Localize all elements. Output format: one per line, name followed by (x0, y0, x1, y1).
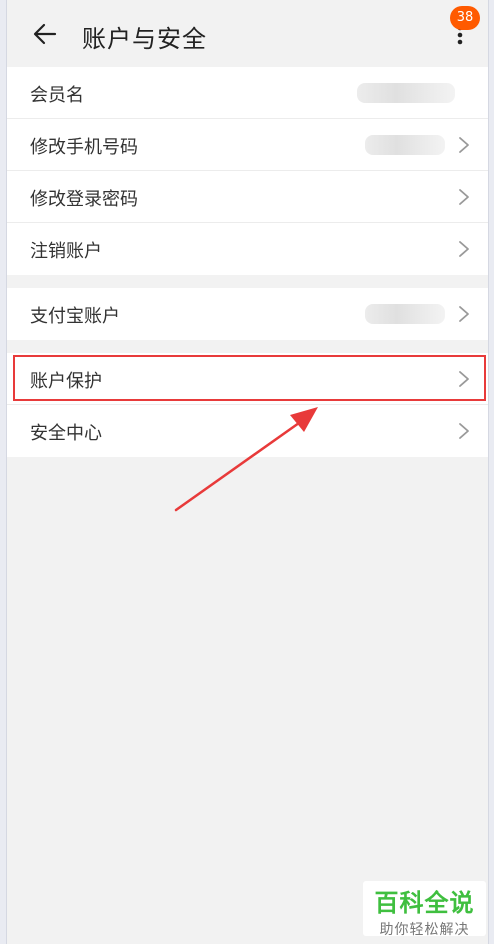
row-label: 支付宝账户 (30, 306, 120, 327)
row-label: 修改登录密码 (30, 189, 138, 210)
notification-badge: 38 (450, 6, 480, 30)
row-label: 安全中心 (30, 423, 102, 444)
app-header: 账户与安全 38 (7, 0, 488, 66)
redacted-value (357, 83, 455, 103)
security-center-row[interactable]: 安全中心 (7, 405, 488, 457)
page-title: 账户与安全 (82, 25, 207, 53)
member-name-row[interactable]: 会员名 (7, 67, 488, 119)
window-frame-left (0, 0, 7, 944)
window-frame-right (488, 0, 494, 944)
chevron-right-icon (459, 241, 469, 257)
chevron-right-icon (459, 137, 469, 153)
watermark-title: 百科全说 (374, 889, 475, 917)
watermark-subtitle: 助你轻松解决 (379, 922, 470, 938)
row-label: 会员名 (30, 85, 84, 106)
chevron-right-icon (459, 423, 469, 439)
watermark-logo: 百科全说 助你轻松解决 (363, 881, 486, 938)
arrow-left-icon[interactable] (31, 20, 59, 48)
row-label: 注销账户 (30, 241, 102, 262)
chevron-right-icon (459, 189, 469, 205)
cancel-account-row[interactable]: 注销账户 (7, 223, 488, 275)
account-settings-group: 会员名 修改手机号码 修改登录密码 注销账户 (7, 67, 488, 275)
chevron-right-icon (459, 306, 469, 322)
change-phone-row[interactable]: 修改手机号码 (7, 119, 488, 171)
redacted-value (365, 135, 445, 155)
highlight-box (13, 355, 486, 401)
redacted-value (365, 304, 445, 324)
payment-account-group: 支付宝账户 (7, 288, 488, 340)
change-password-row[interactable]: 修改登录密码 (7, 171, 488, 223)
alipay-account-row[interactable]: 支付宝账户 (7, 288, 488, 340)
row-label: 修改手机号码 (30, 137, 138, 158)
